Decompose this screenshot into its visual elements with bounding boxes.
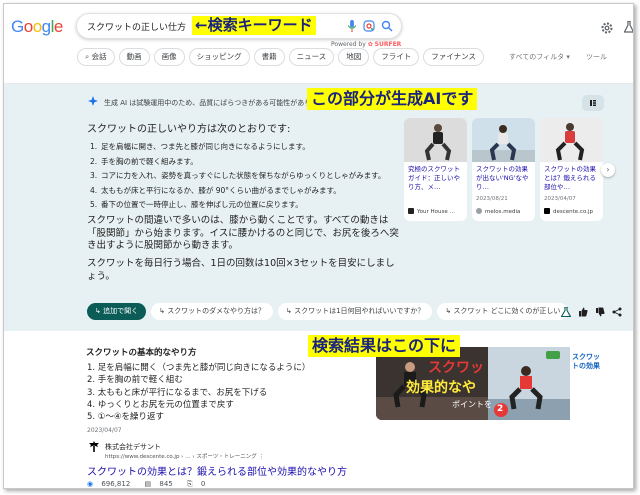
reply-arrow-icon: ↳ <box>159 307 168 315</box>
search-chip-icon: ⌕ <box>85 52 92 61</box>
follow-up-chip[interactable]: ↳ スクワットは1日何回やればいいですか？ <box>277 303 433 320</box>
list-item: 5. ①〜④を繰り返す <box>87 412 165 423</box>
result-site-name[interactable]: 株式会社デサント <box>105 442 161 452</box>
follow-up-chips: ↳ 追加で聞く ↳ スクワットのダメなやり方は？ ↳ スクワットは1日何回やれば… <box>87 303 569 320</box>
ask-follow-up-button[interactable]: ↳ 追加で聞く <box>87 303 147 320</box>
site-favicon <box>544 208 550 214</box>
chip-images[interactable]: 画像 <box>153 48 185 66</box>
list-item: 1. 足を肩幅に開く（つま先と膝が同じ向きになるように） <box>87 363 311 373</box>
card-source: descente.co.jp <box>544 208 593 215</box>
featured-snippet-title: スクワットの基本的なやり方 <box>86 348 197 358</box>
ai-layout-toggle[interactable] <box>582 95 604 111</box>
ai-steps-list: 1. 足を肩幅に開き、つま先と膝が同じ向きになるようにします。 2. 手を胸の前で軽… <box>90 141 385 214</box>
descente-logo-icon <box>89 441 99 452</box>
squat-photo-thumbnail <box>540 118 603 162</box>
stat-views: ◉ 696,812 <box>87 480 131 488</box>
chip-books[interactable]: 書籍 <box>253 48 285 66</box>
chip-finance[interactable]: ファイナンス <box>423 48 484 66</box>
card-date: 2023/08/21 <box>476 196 508 202</box>
thumbs-up-icon[interactable] <box>578 307 588 317</box>
search-type-chips: ⌕ 会話 動画 画像 ショッピング 書籍 ニュース 地図 フライト ファイナンス <box>77 48 484 66</box>
squat-photo-thumbnail <box>472 118 535 162</box>
reply-arrow-icon: ↳ <box>285 307 295 315</box>
list-item: 4. 太ももが床と平行になるか、膝が 90°くらい曲がるまでしゃがみます。 <box>90 185 341 195</box>
annotation-results-below: 検索結果はこの下に <box>308 335 461 357</box>
browser-frame: Google スクワットの正しい仕方 Powered by ✿ SURFER ⌕… <box>3 3 634 489</box>
thumbnail-text: スクワットの効果 <box>572 353 600 370</box>
share-icon[interactable] <box>612 307 622 317</box>
card-source: Your House … <box>408 208 455 215</box>
card-title: スクワットの効果とは？鍛えられる部位や… <box>544 165 596 191</box>
all-filters-dropdown[interactable]: すべてのフィルタ ▾ <box>509 52 570 62</box>
thumbs-down-icon[interactable] <box>595 307 605 317</box>
search-icon[interactable] <box>381 20 393 32</box>
more-options-icon[interactable]: ⋮ <box>258 454 264 460</box>
ai-source-cards: 究極のスクワットガイド：正しいやり方、メ… Your House … スクワット… <box>404 118 603 221</box>
squat-photo-thumbnail <box>404 118 467 162</box>
pages-icon: ⎘ <box>187 480 193 488</box>
powered-by-badge: Powered by ✿ SURFER <box>331 41 402 48</box>
list-item: 3. 太ももと床が平行になるまで、お尻を下げる <box>87 387 268 398</box>
gear-icon[interactable] <box>601 22 613 34</box>
tools-button[interactable]: ツール <box>586 52 607 62</box>
views-icon: ◉ <box>87 480 94 488</box>
list-item: 3. コアに力を入れ、姿勢を真っすぐにした状態を保ちながらゆっくりとしゃがみます。 <box>90 171 386 180</box>
thumbnail-text: 効果的なや <box>406 380 476 396</box>
list-item: 2. 手を胸の前で軽く組む <box>87 375 183 386</box>
site-favicon <box>476 208 482 214</box>
stat-pages: ⎘ 0 <box>187 480 206 488</box>
thumbnail-badge: 2 <box>497 404 504 414</box>
chip-flights[interactable]: フライト <box>373 48 420 66</box>
ai-spark-icon <box>88 96 98 106</box>
cards-next-arrow[interactable]: › <box>601 163 615 177</box>
links-icon: ▤ <box>144 480 152 488</box>
chip-conversation[interactable]: ⌕ 会話 <box>77 48 115 66</box>
source-card[interactable]: スクワットの効果が出ない'NG'なやり… 2023/08/21 melos.me… <box>472 118 535 221</box>
annotation-ai-part: この部分が生成AIです <box>307 88 478 110</box>
source-card[interactable]: 究極のスクワットガイド：正しいやり方、メ… Your House … <box>404 118 467 221</box>
follow-up-chip[interactable]: ↳ スクワット どこに効くのが正しい <box>437 303 569 320</box>
site-favicon <box>408 208 414 214</box>
card-source: melos.media <box>476 208 520 215</box>
stat-links: ▤ 845 <box>144 480 173 488</box>
thumbnail-text: ポイントを <box>452 400 492 409</box>
ai-overview-panel: 生成 AI は試験運用中のため、品質にばらつきがある可能性があります。 スクワッ… <box>4 84 633 331</box>
annotation-search-keyword: ←検索キーワード <box>192 16 316 35</box>
labs-flask-icon[interactable] <box>624 21 634 33</box>
card-title: 究極のスクワットガイド：正しいやり方、メ… <box>408 165 460 191</box>
microphone-icon[interactable] <box>347 20 357 33</box>
result-link[interactable]: スクワットの効果とは？鍛えられる部位や効果的なやり方 <box>87 463 347 478</box>
ai-paragraph-mistake: スクワットの間違いで多いのは、膝から動くことです。すべての動きは「股関節」から始… <box>87 215 399 251</box>
labs-flask-icon[interactable] <box>561 307 571 317</box>
thumbnail-text: スクワッ <box>428 360 484 376</box>
chip-maps[interactable]: 地図 <box>338 48 370 66</box>
ai-answer-heading: スクワットの正しいやり方は次のとおりです: <box>87 124 291 135</box>
result-date: 2023/04/07 <box>87 427 122 434</box>
list-item: 2. 手を胸の前で軽く組みます。 <box>90 156 198 166</box>
list-layout-icon <box>590 100 596 106</box>
follow-up-chip[interactable]: ↳ スクワットのダメなやり方は？ <box>151 303 273 320</box>
list-item: 4. ゆっくりとお尻を元の位置まで戻す <box>87 399 234 410</box>
list-item: 1. 足を肩幅に開き、つま先と膝が同じ向きになるようにします。 <box>90 142 310 151</box>
result-url[interactable]: https://www.descente.co.jp › … › スポーツ・トレ… <box>105 452 264 460</box>
result-thumbnail[interactable]: スクワッ 効果的なや ポイントを スクワットの効果 2 <box>376 347 607 420</box>
card-date: 2023/04/07 <box>544 196 576 202</box>
search-input[interactable]: スクワットの正しい仕方 <box>87 20 186 33</box>
chip-videos[interactable]: 動画 <box>118 48 150 66</box>
source-card[interactable]: スクワットの効果とは？鍛えられる部位や… 2023/04/07 descente… <box>540 118 603 221</box>
list-item: 5. 番下の位置で一時停止し、膝を伸ばし元の位置に戻ります。 <box>90 200 303 209</box>
chip-shopping[interactable]: ショッピング <box>188 48 250 66</box>
google-lens-icon[interactable] <box>363 20 375 32</box>
reply-arrow-icon: ↳ <box>95 307 104 315</box>
google-logo[interactable]: Google <box>11 17 63 37</box>
surfer-stats: ◉ 696,812 ▤ 845 ⎘ 0 <box>87 480 217 488</box>
card-title: スクワットの効果が出ない'NG'なやり… <box>476 165 529 191</box>
ai-paragraph-frequency: スクワットを毎日行う場合、1日の回数は10回×3セットを目安にしましょう。 <box>87 258 395 282</box>
ai-experimental-notice: 生成 AI は試験運用中のため、品質にばらつきがある可能性があります。 <box>104 99 332 107</box>
featured-snippet-steps: 1. 足を肩幅に開く（つま先と膝が同じ向きになるように） 2. 手を胸の前で軽く… <box>87 361 310 422</box>
chip-news[interactable]: ニュース <box>288 48 335 66</box>
